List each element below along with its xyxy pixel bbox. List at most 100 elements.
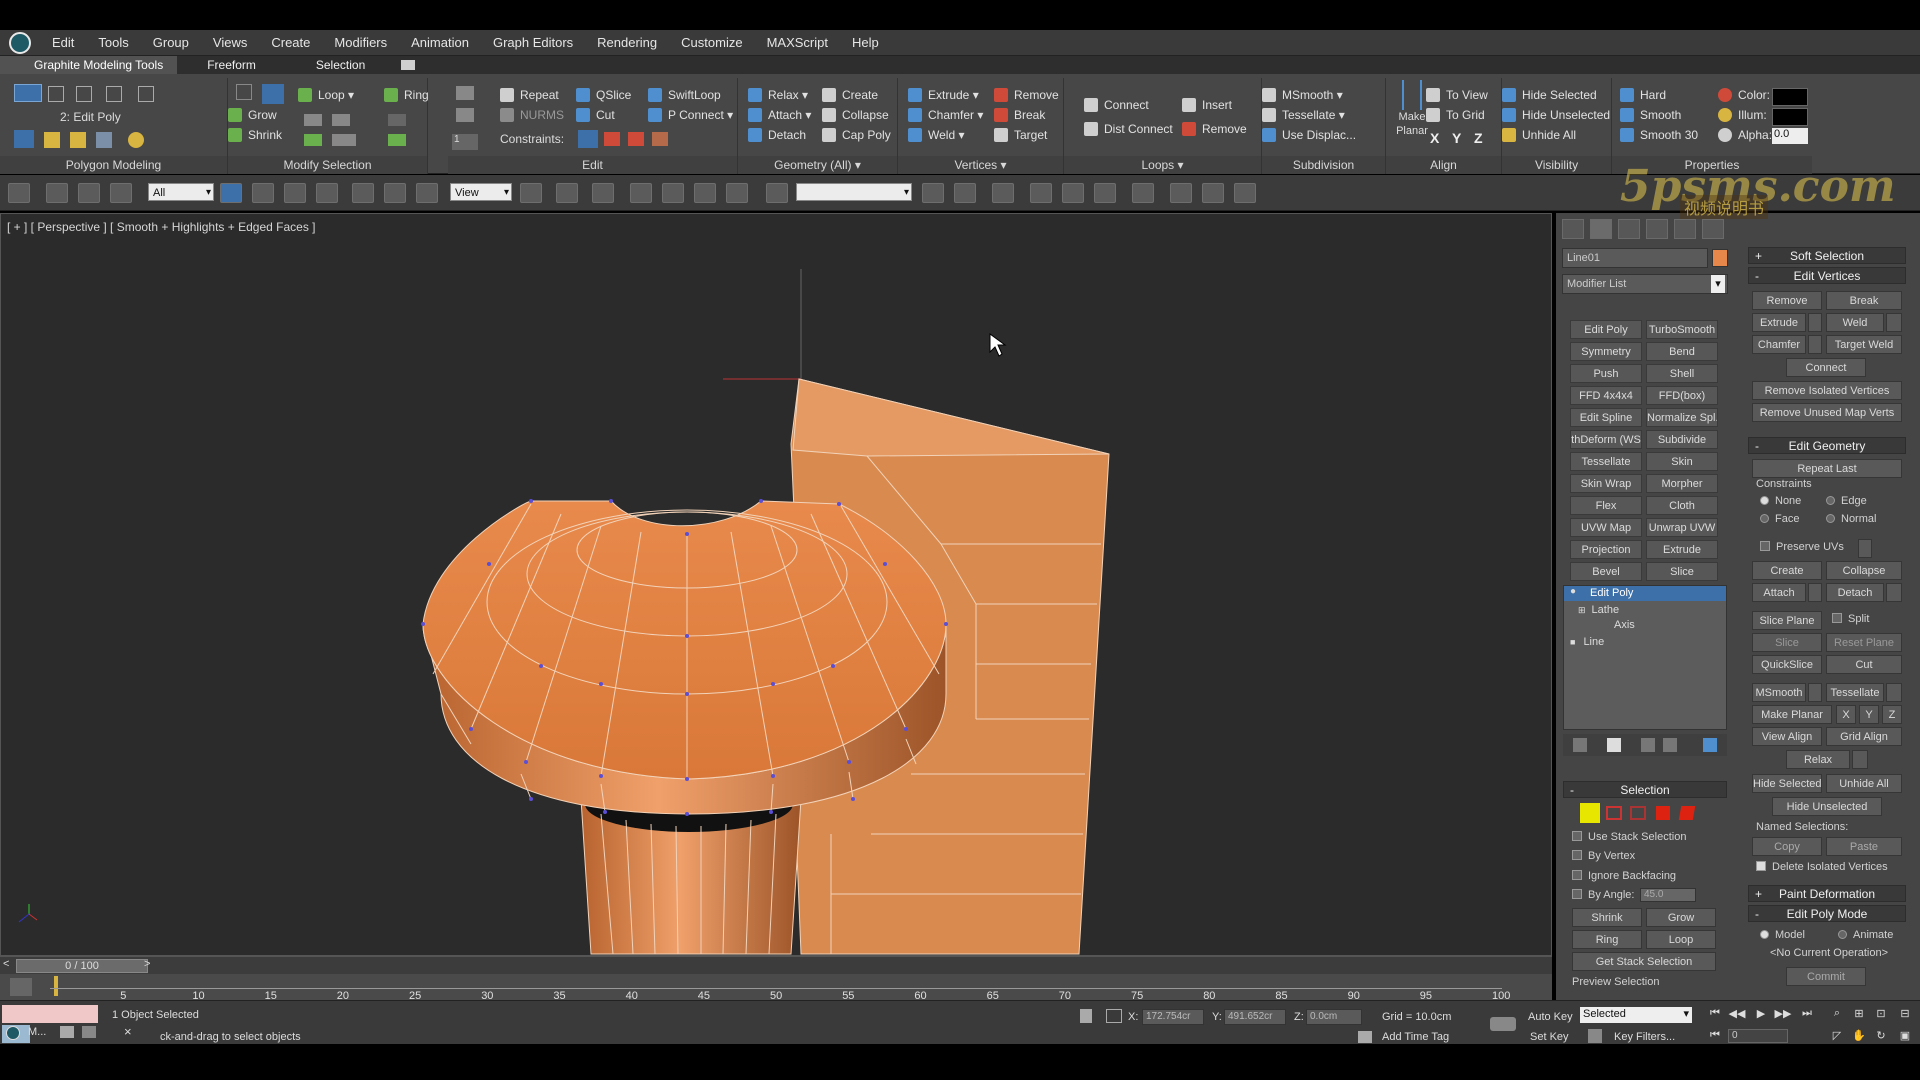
unhide-all-button[interactable]: Unhide All — [1502, 128, 1576, 142]
set-key-icon[interactable] — [1588, 1029, 1602, 1043]
p-connect-button[interactable]: P Connect ▾ — [648, 108, 733, 122]
pin-stack-icon[interactable] — [1573, 738, 1587, 752]
modifier-button[interactable]: Edit Poly — [1570, 320, 1642, 339]
selection-rollout-header[interactable]: - Selection — [1563, 781, 1727, 798]
material-editor-icon[interactable] — [1132, 183, 1154, 203]
attach-button[interactable]: Attach ▾ — [748, 108, 811, 122]
select-manipulate-icon[interactable] — [556, 183, 578, 203]
track-bar[interactable]: 5 10 15 20 25 30 35 40 45 50 55 60 65 70 75 80 85 90 95 100 — [0, 974, 1552, 1002]
maxscript-listener-field[interactable] — [2, 1005, 98, 1023]
eg-planar-z-button[interactable]: Z — [1882, 705, 1902, 724]
border-mode-icon[interactable] — [76, 86, 92, 102]
taskbar-window-icon[interactable] — [60, 1026, 74, 1038]
rotate-icon[interactable] — [384, 183, 406, 203]
delete-isolated-vertices-checkbox[interactable]: Delete Isolated Vertices — [1756, 861, 1888, 873]
tweak-icon[interactable] — [456, 108, 474, 122]
to-grid-button[interactable]: To Grid — [1426, 108, 1485, 122]
constraint-none-icon[interactable] — [578, 130, 598, 148]
quickslice-button[interactable]: QuickSlice — [1752, 655, 1822, 674]
undo-icon[interactable] — [8, 183, 30, 203]
make-unique-icon[interactable] — [1641, 738, 1655, 752]
unlink-icon[interactable] — [78, 183, 100, 203]
spinner-snap-icon[interactable] — [726, 183, 748, 203]
select-by-name-icon[interactable] — [252, 183, 274, 203]
polygon-mode-icon[interactable] — [106, 86, 122, 102]
next-frame-icon[interactable]: > — [144, 958, 150, 970]
modifier-button[interactable]: Projection — [1570, 540, 1642, 559]
slice-plane-button[interactable]: Slice Plane — [1752, 611, 1822, 630]
previous-key-icon[interactable]: ◀◀ — [1728, 1007, 1746, 1023]
modifier-button[interactable]: Flex — [1570, 496, 1642, 515]
eg-msmooth-settings-icon[interactable] — [1808, 683, 1822, 702]
grow-selection-button[interactable]: Grow — [1646, 908, 1716, 927]
modifier-button[interactable]: Slice — [1646, 562, 1718, 581]
smooth30-button[interactable]: Smooth 30 — [1620, 128, 1698, 142]
modifier-button[interactable]: Skin — [1646, 452, 1718, 471]
zoom-extents-icon[interactable]: ⊡ — [1872, 1007, 1890, 1023]
configure-modifier-sets-icon[interactable] — [1703, 738, 1717, 752]
modify-tab-icon[interactable] — [1590, 219, 1612, 239]
tab-graphite-modeling-tools[interactable]: Graphite Modeling Tools — [0, 56, 178, 74]
panel-label[interactable]: Edit — [448, 156, 737, 174]
eg-msmooth-button[interactable]: MSmooth — [1752, 683, 1806, 702]
soft-selection-rollout-header[interactable]: + Soft Selection — [1748, 247, 1906, 264]
taskbar-window2-icon[interactable] — [82, 1026, 96, 1038]
object-color-swatch[interactable] — [1712, 249, 1728, 267]
modifier-button[interactable]: FFD 4x4x4 — [1570, 386, 1642, 405]
graphite-toggle-icon[interactable] — [1030, 183, 1052, 203]
menu-edit[interactable]: Edit — [40, 35, 86, 50]
by-vertex-checkbox[interactable]: By Vertex — [1572, 850, 1635, 862]
menu-help[interactable]: Help — [840, 35, 891, 50]
rendered-frame-window-icon[interactable] — [1202, 183, 1224, 203]
remove-modifier-icon[interactable] — [1663, 738, 1677, 752]
preserve-uvs-icon[interactable] — [128, 132, 144, 148]
menu-tools[interactable]: Tools — [86, 35, 140, 50]
use-stack-selection-checkbox[interactable]: Use Stack Selection — [1572, 831, 1686, 843]
ring-grow-icon[interactable] — [388, 114, 406, 126]
edge-subobject-icon[interactable] — [1606, 806, 1622, 820]
show-end-result-icon[interactable] — [96, 132, 112, 148]
eg-attach-button[interactable]: Attach — [1752, 583, 1806, 602]
toggle-command-mode-icon[interactable] — [14, 130, 34, 148]
eg-planar-y-button[interactable]: Y — [1859, 705, 1879, 724]
modifier-button[interactable]: Shell — [1646, 364, 1718, 383]
menu-group[interactable]: Group — [141, 35, 201, 50]
show-end-result-icon[interactable] — [1607, 738, 1621, 752]
panel-label[interactable]: Visibility — [1502, 156, 1611, 174]
angle-snap-icon[interactable] — [662, 183, 684, 203]
constraint-normal-icon[interactable] — [652, 132, 668, 146]
swiftloop-button[interactable]: SwiftLoop — [648, 88, 721, 102]
use-displacement-button[interactable]: Use Displac... — [1262, 128, 1356, 142]
ev-extrude-settings-icon[interactable] — [1808, 313, 1822, 332]
constraint-face-icon[interactable] — [628, 132, 644, 146]
x-coord-field[interactable]: 172.754cr — [1142, 1009, 1204, 1025]
connect-button[interactable]: Connect — [1084, 98, 1149, 112]
render-setup-icon[interactable] — [1170, 183, 1192, 203]
ev-chamfer-settings-icon[interactable] — [1808, 335, 1822, 354]
3dsmax-task-icon[interactable] — [6, 1026, 20, 1040]
modifier-button[interactable]: Cloth — [1646, 496, 1718, 515]
constraint-normal-radio[interactable]: Normal — [1826, 513, 1876, 525]
modifier-button[interactable]: Push — [1570, 364, 1642, 383]
modifier-button[interactable]: Edit Spline — [1570, 408, 1642, 427]
mirror-icon[interactable] — [922, 183, 944, 203]
ev-weld-button[interactable]: Weld — [1826, 313, 1884, 332]
loop-options-icon[interactable] — [332, 134, 356, 146]
layer-manager-icon[interactable] — [992, 183, 1014, 203]
hide-selected-button[interactable]: Hide Selected — [1502, 88, 1597, 102]
rectangular-selection-icon[interactable] — [284, 183, 306, 203]
modifier-button[interactable]: Tessellate — [1570, 452, 1642, 471]
insert-button[interactable]: Insert — [1182, 98, 1232, 112]
stack-previous-icon[interactable] — [44, 132, 60, 148]
menu-modifiers[interactable]: Modifiers — [322, 35, 399, 50]
border-subobject-icon[interactable] — [1630, 806, 1646, 820]
named-paste-button[interactable]: Paste — [1826, 837, 1902, 856]
key-filters-button[interactable]: Key Filters... — [1614, 1031, 1675, 1043]
loop-shrink-icon[interactable] — [304, 134, 322, 146]
absolute-mode-icon[interactable] — [1106, 1009, 1122, 1023]
loop-button[interactable]: Loop ▾ — [298, 88, 354, 102]
render-production-icon[interactable] — [1234, 183, 1256, 203]
eg-relax-button[interactable]: Relax — [1786, 750, 1850, 769]
menu-maxscript[interactable]: MAXScript — [755, 35, 840, 50]
perspective-viewport[interactable]: [ + ] [ Perspective ] [ Smooth + Highlig… — [0, 213, 1552, 956]
